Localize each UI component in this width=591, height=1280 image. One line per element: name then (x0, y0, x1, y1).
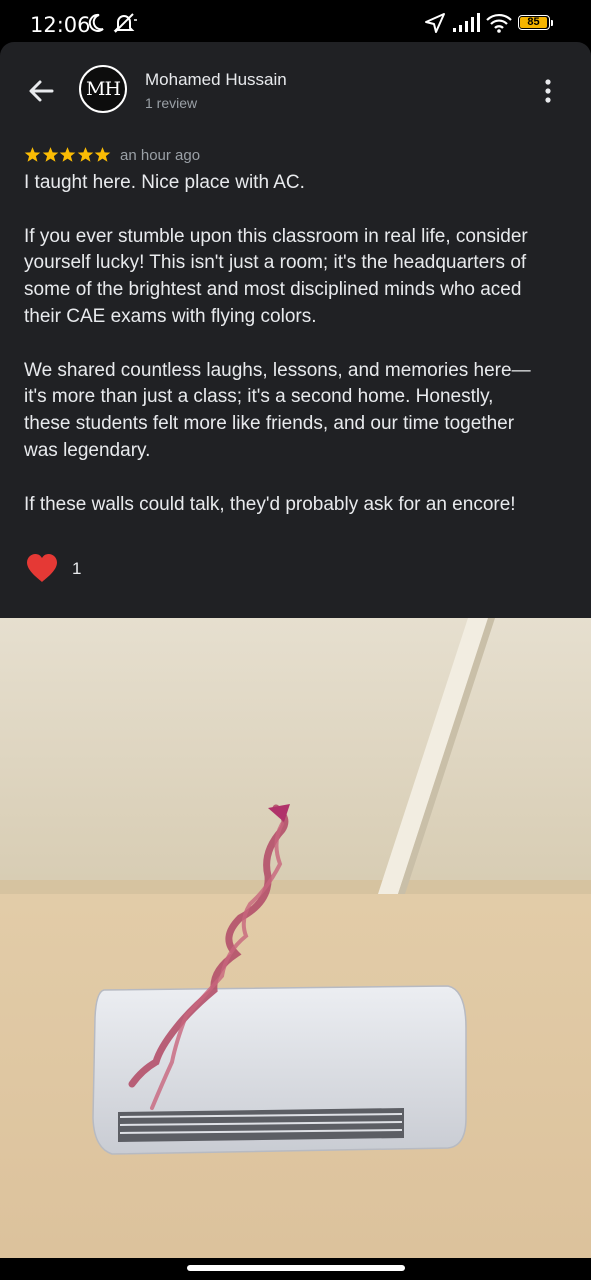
review-sheet: MH Mohamed Hussain 1 review an hour ago … (0, 42, 591, 618)
signal-icon (453, 13, 480, 32)
review-text: I taught here. Nice place with AC. If yo… (24, 170, 569, 545)
star-icon (59, 147, 76, 162)
star-rating (24, 146, 112, 166)
more-options-icon[interactable] (536, 76, 560, 106)
review-paragraph: I taught here. Nice place with AC. (24, 172, 305, 193)
review-time: an hour ago (120, 147, 201, 164)
review-photo[interactable] (0, 618, 591, 1258)
avatar-initials: MH (85, 78, 121, 100)
back-arrow-icon[interactable] (22, 74, 62, 108)
star-icon (77, 147, 93, 162)
avatar[interactable]: MH (79, 65, 127, 113)
app-bar: MH Mohamed Hussain 1 review (0, 42, 591, 142)
review-paragraph: If these walls could talk, they'd probab… (24, 493, 516, 515)
star-icon (94, 147, 111, 162)
author-review-count: 1 review (145, 95, 198, 111)
review-paragraph: We shared countless laughs, lessons, and… (24, 359, 531, 461)
wifi-icon (486, 13, 512, 33)
author-name[interactable]: Mohamed Hussain (145, 70, 287, 90)
review-paragraph: If you ever stumble upon this classroom … (24, 225, 528, 327)
home-gesture-handle[interactable] (187, 1265, 405, 1271)
location-arrow-icon (425, 13, 445, 33)
star-icon (24, 147, 41, 162)
navigation-bar (0, 1258, 591, 1280)
muted-bell-icon (113, 13, 137, 33)
battery-level: 85 (527, 16, 540, 28)
moon-icon (88, 13, 104, 32)
status-time: 12:06 (30, 13, 91, 37)
heart-reaction-icon[interactable] (25, 552, 59, 584)
status-bar: 12:06 85 (0, 0, 591, 42)
star-icon (42, 147, 58, 162)
reaction-count: 1 (72, 559, 82, 578)
battery-icon: 85 (518, 15, 554, 32)
